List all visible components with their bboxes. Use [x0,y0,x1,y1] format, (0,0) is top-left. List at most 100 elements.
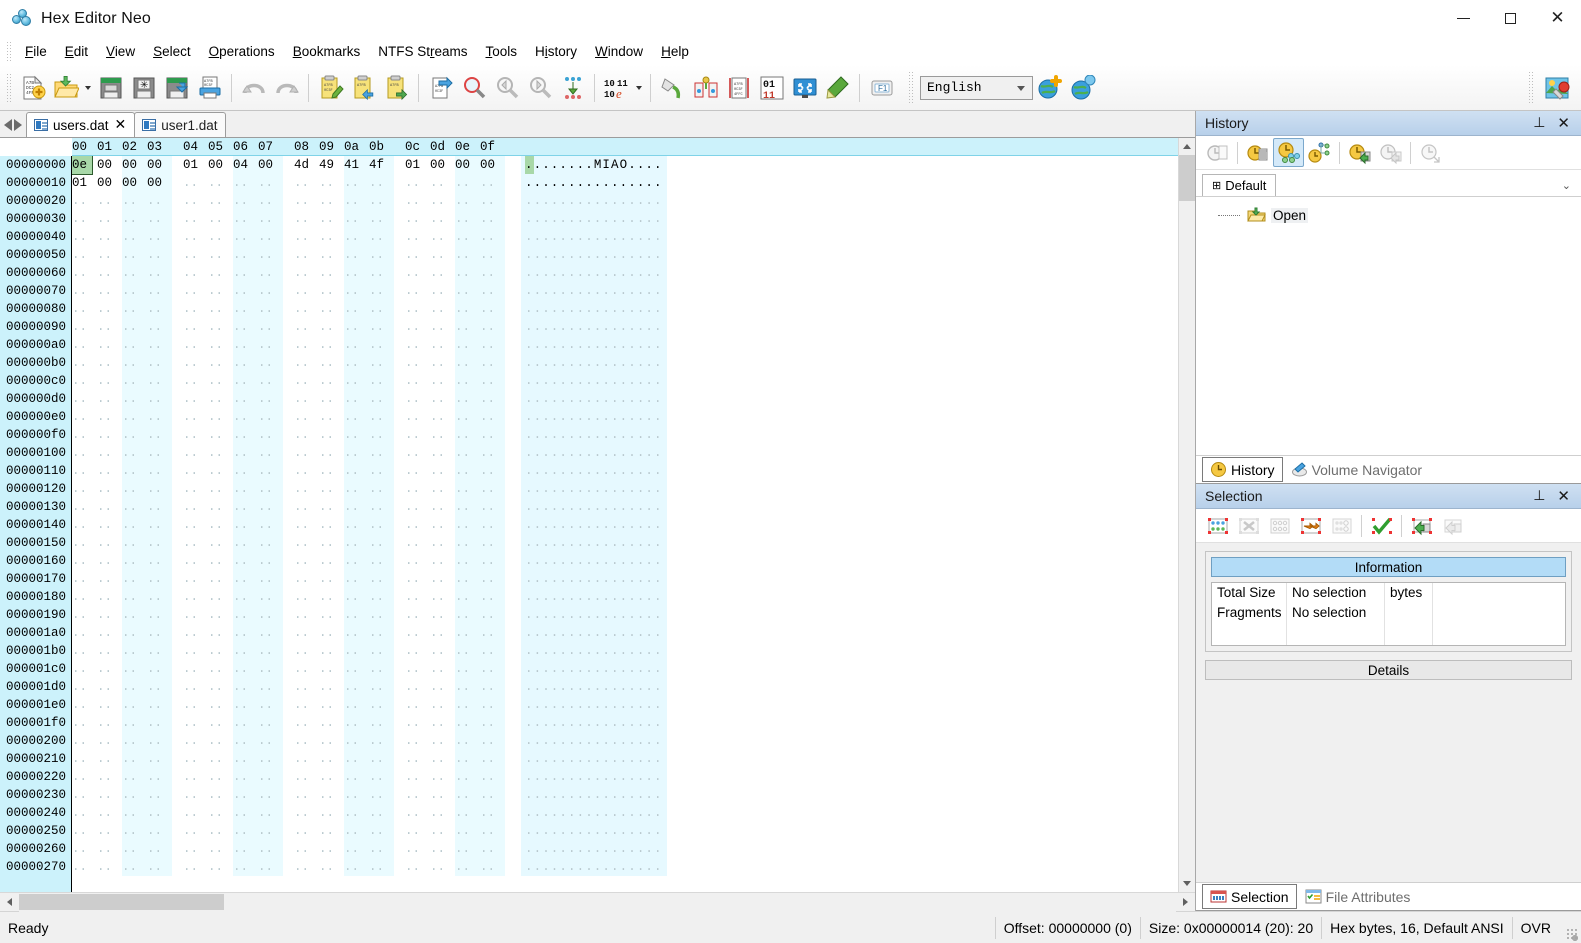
hex-byte-cell[interactable]: .. [258,192,283,210]
hex-byte-cell[interactable]: .. [183,516,208,534]
hex-byte-cell[interactable]: .. [430,318,455,336]
hex-byte-cell[interactable]: .. [208,552,233,570]
hex-byte-cell[interactable]: .. [480,732,505,750]
hex-byte-cell[interactable]: .. [183,696,208,714]
hex-byte-cell[interactable]: .. [455,426,480,444]
hex-byte-cell[interactable]: .. [430,354,455,372]
hex-byte-cell[interactable]: 00 [97,156,122,174]
hex-byte-cell[interactable]: .. [405,390,430,408]
hex-byte-cell[interactable]: .. [183,228,208,246]
hex-byte-cell[interactable]: .. [183,840,208,858]
hex-byte-cell[interactable]: .. [294,786,319,804]
hex-byte-cell[interactable]: .. [455,822,480,840]
hex-byte-cell[interactable]: .. [72,516,97,534]
hex-byte-cell[interactable]: .. [405,696,430,714]
hex-byte-cell[interactable]: .. [294,768,319,786]
history-view-icon[interactable] [1202,138,1233,167]
fill-icon[interactable] [656,71,689,105]
hex-byte-cell[interactable]: 01 [405,156,430,174]
hex-row[interactable]: ........................................… [72,282,1178,300]
history-settings-icon[interactable] [1415,138,1446,167]
hex-byte-cell[interactable]: .. [183,858,208,876]
hex-byte-cell[interactable]: .. [97,714,122,732]
menu-history[interactable]: History [526,41,586,62]
hex-byte-cell[interactable]: .. [208,642,233,660]
hex-byte-cell[interactable]: .. [233,678,258,696]
hex-byte-cell[interactable]: .. [319,732,344,750]
hex-byte-cell[interactable]: .. [455,498,480,516]
hex-row[interactable]: ........................................… [72,642,1178,660]
hex-row[interactable]: ........................................… [72,786,1178,804]
compare-icon[interactable] [689,71,722,105]
hex-byte-cell[interactable]: .. [97,210,122,228]
hex-byte-cell[interactable]: 4f [369,156,394,174]
hex-byte-cell[interactable]: .. [369,750,394,768]
hex-byte-cell[interactable]: .. [369,840,394,858]
hex-byte-cell[interactable]: .. [480,210,505,228]
hex-byte-cell[interactable]: .. [208,858,233,876]
hex-byte-cell[interactable]: .. [72,570,97,588]
selection-import-icon[interactable] [1437,511,1468,540]
hex-byte-cell[interactable]: .. [369,498,394,516]
hex-byte-cell[interactable]: .. [455,246,480,264]
hex-byte-cell[interactable]: .. [430,858,455,876]
menu-ntfs-streams[interactable]: NTFS Streams [369,41,476,62]
hex-byte-cell[interactable]: .. [344,210,369,228]
hex-byte-cell[interactable]: 00 [480,156,505,174]
hex-byte-cell[interactable]: .. [294,696,319,714]
hex-byte-cell[interactable]: .. [319,210,344,228]
copy-icon[interactable]: A7FB [380,71,413,105]
hex-byte-cell[interactable]: .. [233,174,258,192]
hex-byte-cell[interactable]: .. [97,300,122,318]
hex-byte-cell[interactable]: .. [405,426,430,444]
hex-byte-cell[interactable]: .. [430,462,455,480]
hex-byte-cell[interactable]: .. [258,552,283,570]
deselect-icon[interactable] [1233,511,1264,540]
hex-byte-cell[interactable]: .. [405,624,430,642]
hex-byte-cell[interactable]: .. [430,714,455,732]
hex-byte-cell[interactable]: .. [233,282,258,300]
hex-byte-cell[interactable]: .. [294,678,319,696]
hex-byte-cell[interactable]: .. [258,606,283,624]
hex-byte-cell[interactable]: .. [233,246,258,264]
hex-byte-cell[interactable]: .. [405,210,430,228]
hex-byte-cell[interactable]: .. [430,444,455,462]
hex-byte-cell[interactable]: .. [233,822,258,840]
find-next-icon[interactable] [523,71,556,105]
hex-byte-cell[interactable]: .. [258,534,283,552]
hex-byte-cell[interactable]: .. [405,642,430,660]
hex-byte-cell[interactable]: .. [147,372,172,390]
hex-byte-cell[interactable]: .. [319,192,344,210]
hex-byte-cell[interactable]: .. [258,408,283,426]
hex-byte-cell[interactable]: .. [72,822,97,840]
hex-byte-cell[interactable]: .. [480,246,505,264]
hex-byte-cell[interactable]: .. [369,786,394,804]
hex-byte-cell[interactable]: .. [294,354,319,372]
hex-byte-cell[interactable]: .. [344,714,369,732]
save-as-icon[interactable]: ✳ [127,71,160,105]
add-language-icon[interactable] [1033,71,1066,105]
ascii-column[interactable]: ................ [521,426,667,444]
selection-export-icon[interactable] [1406,511,1437,540]
hex-byte-cell[interactable]: .. [430,336,455,354]
ascii-column[interactable]: ................ [521,246,667,264]
hex-row[interactable]: ........................................… [72,732,1178,750]
hex-byte-cell[interactable]: .. [122,300,147,318]
hex-byte-cell[interactable]: .. [430,426,455,444]
hex-byte-cell[interactable]: .. [480,192,505,210]
hex-byte-cell[interactable]: .. [319,228,344,246]
hex-byte-cell[interactable]: .. [208,336,233,354]
fullscreen-icon[interactable] [788,71,821,105]
hex-byte-cell[interactable]: .. [369,282,394,300]
hex-byte-cell[interactable]: .. [258,570,283,588]
hex-byte-cell[interactable]: .. [480,516,505,534]
hex-byte-cell[interactable]: .. [405,552,430,570]
toolbar-grip-3[interactable] [1528,70,1534,105]
scroll-track[interactable] [1179,201,1195,875]
hex-byte-cell[interactable]: .. [405,786,430,804]
hex-byte-cell[interactable]: .. [405,822,430,840]
hex-byte-cell[interactable]: .. [344,516,369,534]
hex-byte-cell[interactable]: .. [405,408,430,426]
hex-byte-cell[interactable]: .. [344,426,369,444]
hex-row[interactable]: ........................................… [72,696,1178,714]
